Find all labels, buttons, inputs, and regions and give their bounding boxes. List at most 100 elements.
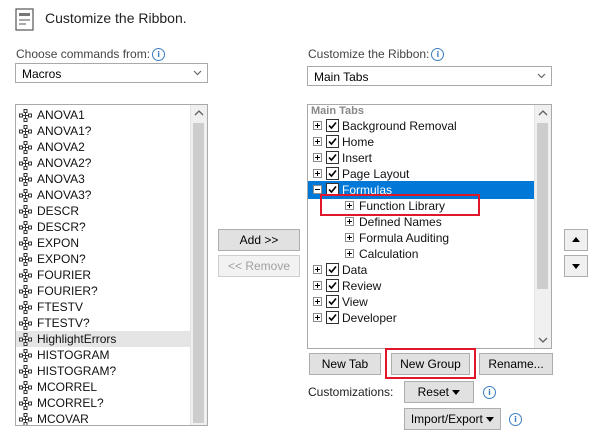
list-item[interactable]: EXPON? bbox=[16, 251, 196, 267]
list-item[interactable]: EXPON bbox=[16, 235, 196, 251]
info-icon[interactable]: i bbox=[431, 48, 445, 61]
checkbox[interactable] bbox=[326, 135, 339, 148]
list-item-label: DESCR? bbox=[37, 220, 86, 234]
checkmark-icon bbox=[328, 121, 337, 130]
tree-item-label: Developer bbox=[342, 311, 397, 325]
customize-ribbon-icon bbox=[15, 8, 34, 31]
scroll-up-icon[interactable] bbox=[535, 105, 551, 121]
import-export-button[interactable]: Import/Export bbox=[404, 408, 501, 430]
info-icon[interactable]: i bbox=[152, 48, 166, 61]
list-item[interactable]: HighlightErrors bbox=[16, 331, 196, 347]
list-item[interactable]: ANOVA3 bbox=[16, 171, 196, 187]
list-item-label: ANOVA2 bbox=[37, 140, 85, 154]
list-item[interactable]: HISTOGRAM? bbox=[16, 363, 196, 379]
new-group-highlight-box bbox=[385, 348, 476, 379]
checkbox[interactable] bbox=[326, 295, 339, 308]
expand-icon[interactable] bbox=[313, 121, 322, 130]
list-item[interactable]: ANOVA2 bbox=[16, 139, 196, 155]
customizations-label: Customizations: bbox=[308, 385, 394, 399]
expand-icon[interactable] bbox=[313, 313, 322, 322]
list-item[interactable]: ANOVA3? bbox=[16, 187, 196, 203]
list-item-label: HISTOGRAM bbox=[37, 348, 110, 362]
list-item-label: ANOVA3 bbox=[37, 172, 85, 186]
list-item[interactable]: FOURIER? bbox=[16, 283, 196, 299]
info-icon[interactable]: i bbox=[509, 413, 522, 426]
checkbox[interactable] bbox=[326, 119, 339, 132]
commands-scrollbar[interactable] bbox=[190, 105, 207, 425]
checkmark-icon bbox=[328, 153, 337, 162]
info-icon[interactable]: i bbox=[483, 386, 496, 399]
expand-icon[interactable] bbox=[313, 297, 322, 306]
list-item-label: FTESTV bbox=[37, 300, 84, 314]
move-up-button[interactable] bbox=[564, 229, 588, 251]
new-tab-button[interactable]: New Tab bbox=[309, 353, 381, 375]
scroll-down-icon[interactable] bbox=[535, 332, 551, 348]
scroll-up-icon[interactable] bbox=[191, 105, 207, 121]
list-item[interactable]: MCORREL? bbox=[16, 395, 196, 411]
checkbox[interactable] bbox=[326, 263, 339, 276]
remove-button[interactable]: << Remove bbox=[218, 255, 300, 277]
macro-icon bbox=[19, 269, 32, 282]
macro-icon bbox=[19, 317, 32, 330]
checkbox[interactable] bbox=[326, 167, 339, 180]
macro-icon bbox=[19, 157, 32, 170]
list-item-label: FOURIER bbox=[37, 268, 91, 282]
checkbox[interactable] bbox=[326, 311, 339, 324]
commands-scroll-thumb[interactable] bbox=[193, 123, 204, 423]
list-item[interactable]: ANOVA1 bbox=[16, 107, 196, 123]
list-item[interactable]: HISTOGRAM bbox=[16, 347, 196, 363]
list-item[interactable]: DESCR? bbox=[16, 219, 196, 235]
list-item[interactable]: FOURIER bbox=[16, 267, 196, 283]
macro-icon bbox=[19, 173, 32, 186]
reset-button[interactable]: Reset bbox=[404, 381, 474, 403]
list-item-label: FOURIER? bbox=[37, 284, 98, 298]
list-item-label: ANOVA1? bbox=[37, 124, 92, 138]
expand-icon[interactable] bbox=[313, 281, 322, 290]
list-item-label: HighlightErrors bbox=[37, 332, 117, 346]
list-item-label: MCORREL? bbox=[37, 396, 104, 410]
rename-button[interactable]: Rename... bbox=[479, 353, 553, 375]
expand-icon[interactable] bbox=[345, 233, 354, 242]
commands-listbox[interactable]: ANOVA1 ANOVA1? ANOVA2 ANOVA2? ANOVA3 ANOVA3? D… bbox=[15, 104, 208, 426]
customize-ribbon-dropdown[interactable]: Main Tabs bbox=[307, 66, 552, 86]
macro-icon bbox=[19, 189, 32, 202]
chevron-down-icon bbox=[537, 73, 546, 79]
expand-icon[interactable] bbox=[313, 169, 322, 178]
ribbon-tree[interactable]: Main Tabs Background Removal Home Insert Pa… bbox=[307, 104, 552, 349]
checkmark-icon bbox=[328, 169, 337, 178]
expand-icon[interactable] bbox=[313, 137, 322, 146]
list-item[interactable]: ANOVA2? bbox=[16, 155, 196, 171]
macro-icon bbox=[19, 349, 32, 362]
dialog-title: Customize the Ribbon. bbox=[45, 10, 187, 26]
list-item-label: ANOVA1 bbox=[37, 108, 85, 122]
expand-icon[interactable] bbox=[345, 249, 354, 258]
checkbox[interactable] bbox=[326, 279, 339, 292]
tree-items: Background Removal Home Insert Page Layout F… bbox=[308, 117, 536, 348]
list-item[interactable]: FTESTV? bbox=[16, 315, 196, 331]
checkmark-icon bbox=[328, 137, 337, 146]
list-item[interactable]: DESCR bbox=[16, 203, 196, 219]
choose-commands-dropdown[interactable]: Macros bbox=[15, 63, 208, 83]
expand-icon[interactable] bbox=[345, 217, 354, 226]
tree-scroll-thumb[interactable] bbox=[537, 123, 548, 289]
add-button[interactable]: Add >> bbox=[218, 229, 300, 251]
list-item-label: DESCR bbox=[37, 204, 80, 218]
checkbox[interactable] bbox=[326, 151, 339, 164]
list-item[interactable]: MCOVAR bbox=[16, 411, 196, 426]
list-item-label: MCOVAR bbox=[37, 412, 89, 426]
collapse-icon[interactable] bbox=[313, 185, 322, 194]
checkmark-icon bbox=[328, 281, 337, 290]
macro-icon bbox=[19, 125, 32, 138]
tree-scrollbar[interactable] bbox=[534, 105, 551, 348]
list-item[interactable]: FTESTV bbox=[16, 299, 196, 315]
dropdown-arrow-icon bbox=[486, 417, 495, 422]
triangle-down-icon bbox=[572, 264, 580, 269]
expand-icon[interactable] bbox=[313, 265, 322, 274]
expand-icon[interactable] bbox=[313, 153, 322, 162]
tree-item[interactable]: Developer bbox=[308, 309, 536, 327]
move-down-button[interactable] bbox=[564, 255, 588, 277]
list-item[interactable]: MCORREL bbox=[16, 379, 196, 395]
list-item-label: FTESTV? bbox=[37, 316, 90, 330]
list-item[interactable]: ANOVA1? bbox=[16, 123, 196, 139]
list-item-label: EXPON? bbox=[37, 252, 86, 266]
